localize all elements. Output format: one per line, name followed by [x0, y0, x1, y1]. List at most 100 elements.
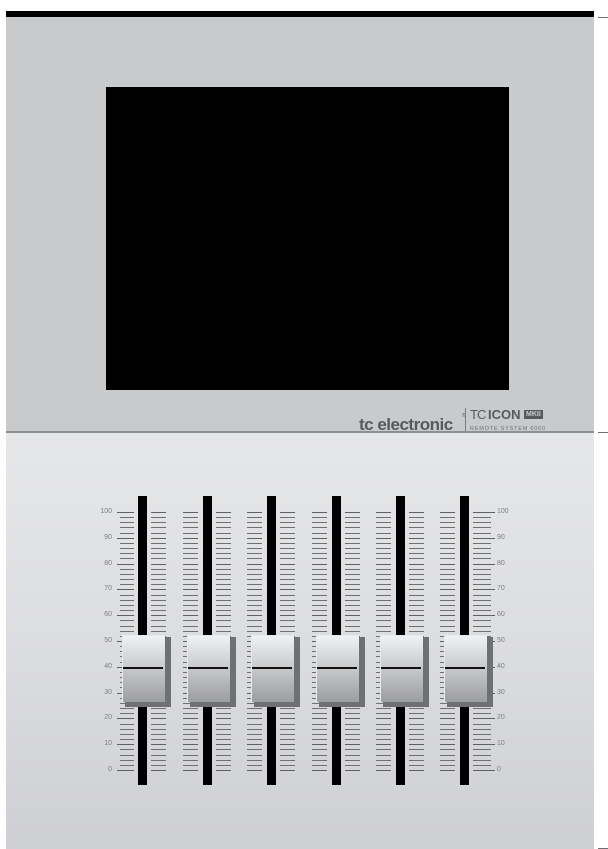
- scale-tick-minor: [345, 755, 360, 756]
- fader-knob[interactable]: [250, 635, 294, 702]
- scale-tick-major: [151, 512, 166, 513]
- scale-tick-major: [151, 770, 166, 771]
- scale-tick-minor: [247, 739, 262, 740]
- scale-tick-major: [117, 589, 134, 590]
- scale-tick-minor: [183, 548, 198, 549]
- scale-tick-major: [247, 538, 262, 539]
- scale-tick-minor: [247, 543, 262, 544]
- scale-tick-minor: [409, 527, 424, 528]
- scale-tick-minor: [120, 527, 134, 528]
- scale-tick-minor: [151, 620, 166, 621]
- scale-tick-minor: [345, 595, 360, 596]
- scale-tick-minor: [345, 729, 360, 730]
- scale-tick-minor: [183, 579, 198, 580]
- scale-tick-major: [183, 589, 198, 590]
- scale-tick-minor: [473, 755, 491, 756]
- scale-tick-major: [151, 718, 166, 719]
- scale-tick-major: [473, 564, 495, 565]
- scale-tick-minor: [345, 765, 360, 766]
- scale-tick-minor: [280, 579, 295, 580]
- scale-tick-minor: [440, 527, 455, 528]
- touch-screen[interactable]: [106, 87, 509, 390]
- scale-tick-minor: [409, 533, 424, 534]
- scale-tick-minor: [120, 626, 134, 627]
- fader-knob-indicator: [251, 667, 292, 669]
- scale-tick-minor: [183, 760, 198, 761]
- scale-tick-major: [440, 770, 455, 771]
- scale-tick-major: [280, 512, 295, 513]
- scale-tick-minor: [473, 729, 491, 730]
- scale-tick-minor: [409, 765, 424, 766]
- scale-tick-minor: [440, 765, 455, 766]
- scale-tick-minor: [312, 517, 327, 518]
- scale-tick-minor: [473, 558, 491, 559]
- fader-knob[interactable]: [379, 635, 423, 702]
- scale-tick-minor: [376, 755, 391, 756]
- scale-tick-minor: [151, 708, 166, 709]
- scale-label-left: 100: [100, 508, 112, 515]
- scale-tick-minor: [312, 553, 327, 554]
- scale-tick-minor: [312, 543, 327, 544]
- scale-tick-minor: [312, 765, 327, 766]
- scale-tick-minor: [312, 739, 327, 740]
- scale-label-right: 60: [497, 611, 505, 618]
- scale-tick-minor: [440, 755, 455, 756]
- scale-tick-major: [345, 744, 360, 745]
- scale-tick-minor: [120, 553, 134, 554]
- scale-tick-minor: [280, 574, 295, 575]
- scale-tick-minor: [473, 579, 491, 580]
- scale-tick-minor: [183, 724, 198, 725]
- scale-tick-minor: [376, 527, 391, 528]
- scale-tick-minor: [151, 574, 166, 575]
- scale-tick-minor: [473, 569, 491, 570]
- scale-tick-major: [247, 744, 262, 745]
- scale-label-left: 60: [104, 611, 112, 618]
- scale-tick-minor: [247, 584, 262, 585]
- scale-tick-minor: [280, 620, 295, 621]
- fader-knob[interactable]: [121, 635, 165, 702]
- scale-tick-minor: [345, 553, 360, 554]
- fader-knob[interactable]: [315, 635, 359, 702]
- scale-tick-minor: [280, 729, 295, 730]
- scale-tick-minor: [409, 708, 424, 709]
- fader-knob[interactable]: [186, 635, 230, 702]
- scale-tick-minor: [409, 724, 424, 725]
- scale-tick-minor: [183, 739, 198, 740]
- scale-tick-minor: [473, 631, 491, 632]
- scale-tick-minor: [183, 610, 198, 611]
- scale-tick-minor: [120, 517, 134, 518]
- scale-tick-minor: [216, 755, 231, 756]
- scale-tick-minor: [440, 600, 455, 601]
- fader-knob[interactable]: [443, 635, 487, 702]
- scale-tick-major: [345, 512, 360, 513]
- scale-tick-major: [409, 744, 424, 745]
- scale-tick-minor: [280, 605, 295, 606]
- scale-tick-minor: [473, 626, 491, 627]
- scale-tick-minor: [151, 755, 166, 756]
- scale-tick-minor: [120, 765, 134, 766]
- scale-tick-minor: [216, 760, 231, 761]
- scale-tick-minor: [280, 600, 295, 601]
- scale-label-left: 50: [104, 637, 112, 644]
- scale-tick-minor: [440, 605, 455, 606]
- scale-tick-minor: [312, 548, 327, 549]
- scale-tick-minor: [345, 548, 360, 549]
- scale-tick-minor: [312, 626, 327, 627]
- scale-tick-minor: [440, 620, 455, 621]
- scale-tick-major: [376, 564, 391, 565]
- scale-label-right: 50: [497, 637, 505, 644]
- scale-tick-minor: [409, 739, 424, 740]
- scale-tick-major: [216, 564, 231, 565]
- scale-tick-minor: [312, 574, 327, 575]
- scale-tick-minor: [183, 631, 198, 632]
- scale-tick-minor: [120, 724, 134, 725]
- scale-tick-minor: [247, 605, 262, 606]
- scale-tick-minor: [120, 620, 134, 621]
- scale-tick-minor: [345, 543, 360, 544]
- scale-tick-minor: [247, 749, 262, 750]
- scale-label-left: 20: [104, 714, 112, 721]
- scale-tick-major: [473, 538, 495, 539]
- scale-tick-minor: [120, 739, 134, 740]
- scale-tick-major: [312, 564, 327, 565]
- scale-tick-minor: [345, 579, 360, 580]
